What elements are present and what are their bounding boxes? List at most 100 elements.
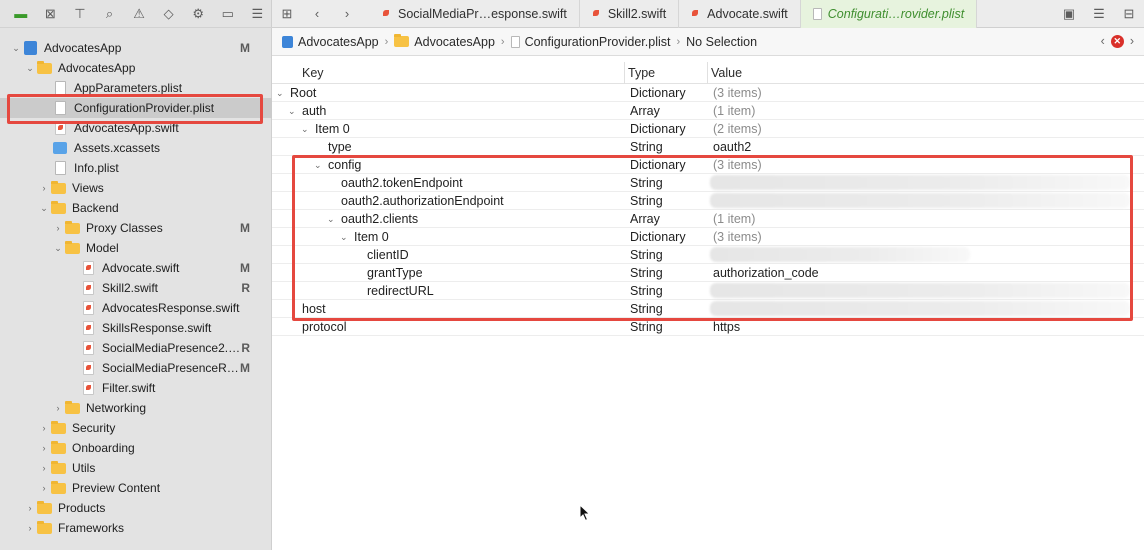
tree-item-group[interactable]: › Utils bbox=[0, 458, 272, 478]
plist-row[interactable]: ⌄ auth Array (1 item) bbox=[272, 102, 1144, 120]
column-header-value[interactable]: Value bbox=[711, 66, 742, 80]
debug-icon[interactable]: ⚙ bbox=[183, 0, 213, 28]
tree-item-label: Security bbox=[72, 421, 116, 435]
chevron-down-icon[interactable]: ⌄ bbox=[276, 88, 286, 99]
split-editor-icon[interactable]: ⊟ bbox=[1114, 0, 1144, 28]
tree-item-project[interactable]: ⌄ AdvocatesApp M bbox=[0, 38, 272, 58]
tree-item-label: Filter.swift bbox=[102, 381, 156, 395]
swift-file-icon bbox=[382, 8, 392, 20]
tab-advocate[interactable]: Advocate.swift bbox=[679, 0, 801, 28]
plist-row[interactable]: type String oauth2 bbox=[272, 138, 1144, 156]
search-icon[interactable]: ⌕ bbox=[95, 0, 125, 28]
tab-socialmedia-response[interactable]: SocialMediaPr…esponse.swift bbox=[370, 0, 580, 28]
tree-item-file[interactable]: Info.plist bbox=[0, 158, 272, 178]
breakpoint-icon[interactable]: ▭ bbox=[213, 0, 243, 28]
tree-item-file[interactable]: Filter.swift bbox=[0, 378, 272, 398]
column-header-key[interactable]: Key bbox=[302, 66, 324, 80]
chevron-right-icon[interactable]: › bbox=[332, 0, 362, 28]
swift-file-icon bbox=[80, 281, 96, 295]
test-icon[interactable]: ◇ bbox=[154, 0, 184, 28]
tree-item-label: Proxy Classes bbox=[86, 221, 163, 235]
tab-skill2[interactable]: Skill2.swift bbox=[580, 0, 680, 28]
tree-item-label: Preview Content bbox=[72, 481, 161, 495]
chevron-right-icon[interactable]: › bbox=[38, 463, 50, 473]
folder-icon bbox=[36, 60, 52, 75]
folder-icon[interactable]: ▬ bbox=[6, 0, 36, 28]
tree-item-group[interactable]: › Onboarding bbox=[0, 438, 272, 458]
symbol-icon[interactable]: ⊤ bbox=[65, 0, 95, 28]
chevron-right-icon[interactable]: › bbox=[38, 483, 50, 493]
tab-label: Configurati…rovider.plist bbox=[827, 6, 965, 21]
breadcrumb-selection[interactable]: No Selection bbox=[686, 35, 757, 49]
tree-item-group[interactable]: › Proxy Classes M bbox=[0, 218, 272, 238]
chevron-right-icon[interactable]: › bbox=[52, 403, 64, 413]
tree-item-file[interactable]: AdvocatesResponse.swift bbox=[0, 298, 272, 318]
plist-value[interactable]: https bbox=[713, 320, 740, 334]
tab-configuration-provider[interactable]: Configurati…rovider.plist bbox=[800, 0, 978, 28]
plist-type[interactable]: String bbox=[630, 320, 663, 334]
tree-item-group[interactable]: › Security bbox=[0, 418, 272, 438]
plist-row[interactable]: ⌄ Item 0 Dictionary (2 items) bbox=[272, 120, 1144, 138]
tree-item-group[interactable]: › Networking bbox=[0, 398, 272, 418]
project-icon bbox=[22, 41, 38, 55]
project-navigator: ▬ ⊠ ⊤ ⌕ ⚠ ◇ ⚙ ▭ ☰ ⌄ AdvocatesApp M ⌄ Adv… bbox=[0, 0, 272, 550]
swift-file-icon bbox=[80, 361, 96, 375]
tree-item-group[interactable]: › Views bbox=[0, 178, 272, 198]
column-header-type[interactable]: Type bbox=[628, 66, 655, 80]
plist-key: auth bbox=[302, 104, 327, 118]
chevron-right-icon: › bbox=[384, 35, 389, 48]
tree-item-group[interactable]: ⌄ Model bbox=[0, 238, 272, 258]
tree-item-file[interactable]: Advocate.swift M bbox=[0, 258, 272, 278]
plist-type[interactable]: Array bbox=[630, 104, 660, 118]
folder-icon bbox=[394, 34, 410, 47]
tree-item-file[interactable]: SocialMediaPresenceR… M bbox=[0, 358, 272, 378]
assets-icon bbox=[52, 141, 68, 155]
lines-icon[interactable]: ☰ bbox=[1084, 0, 1114, 28]
breadcrumb-file[interactable]: ConfigurationProvider.plist bbox=[510, 35, 670, 49]
plist-type[interactable]: Dictionary bbox=[630, 122, 686, 136]
chevron-down-icon[interactable]: ⌄ bbox=[38, 203, 50, 214]
report-icon[interactable]: ☰ bbox=[243, 0, 273, 28]
tree-item-label: Views bbox=[72, 181, 104, 195]
source-control-icon[interactable]: ⊠ bbox=[36, 0, 66, 28]
chevron-right-icon[interactable]: › bbox=[38, 443, 50, 453]
tree-item-group[interactable]: ⌄ AdvocatesApp bbox=[0, 58, 272, 78]
chevron-down-icon[interactable]: ⌄ bbox=[24, 63, 36, 74]
chevron-right-icon[interactable]: › bbox=[24, 503, 36, 513]
chevron-right-icon[interactable]: › bbox=[52, 223, 64, 233]
column-divider[interactable] bbox=[624, 62, 625, 84]
plist-type[interactable]: Dictionary bbox=[630, 86, 686, 100]
tree-item-group[interactable]: ⌄ Backend bbox=[0, 198, 272, 218]
chevron-down-icon[interactable]: ⌄ bbox=[288, 106, 298, 117]
chevron-down-icon[interactable]: ⌄ bbox=[301, 124, 311, 135]
chevron-right-icon[interactable]: › bbox=[24, 523, 36, 533]
chevron-down-icon[interactable]: ⌄ bbox=[10, 43, 22, 54]
column-divider[interactable] bbox=[707, 62, 708, 84]
grid-icon[interactable]: ⊞ bbox=[272, 0, 302, 28]
tree-item-file[interactable]: SocialMediaPresence2.… R bbox=[0, 338, 272, 358]
plist-key: Root bbox=[290, 86, 317, 100]
tree-item-file[interactable]: SkillsResponse.swift bbox=[0, 318, 272, 338]
tree-item-group[interactable]: › Preview Content bbox=[0, 478, 272, 498]
tree-item-group[interactable]: › Frameworks bbox=[0, 518, 272, 538]
error-icon[interactable]: ✕ bbox=[1110, 34, 1124, 48]
tree-item-file[interactable]: Skill2.swift R bbox=[0, 278, 272, 298]
swift-file-icon bbox=[80, 301, 96, 315]
plist-type[interactable]: String bbox=[630, 140, 663, 154]
plist-value[interactable]: oauth2 bbox=[713, 140, 751, 154]
chevron-right-icon[interactable]: › bbox=[1130, 34, 1134, 48]
tab-label: SocialMediaPr…esponse.swift bbox=[398, 6, 567, 21]
chevron-right-icon[interactable]: › bbox=[38, 423, 50, 433]
tree-item-label: Utils bbox=[72, 461, 96, 475]
breadcrumb-group[interactable]: AdvocatesApp bbox=[394, 34, 495, 49]
chevron-left-icon[interactable]: ‹ bbox=[302, 0, 332, 28]
breadcrumb-project[interactable]: AdvocatesApp bbox=[282, 35, 379, 49]
chevron-left-icon[interactable]: ‹ bbox=[1101, 34, 1105, 48]
warning-icon[interactable]: ⚠ bbox=[124, 0, 154, 28]
chevron-down-icon[interactable]: ⌄ bbox=[52, 243, 64, 254]
tree-item-file[interactable]: Assets.xcassets bbox=[0, 138, 272, 158]
tree-item-group[interactable]: › Products bbox=[0, 498, 272, 518]
plist-row[interactable]: ⌄ Root Dictionary (3 items) bbox=[272, 84, 1144, 102]
chevron-right-icon[interactable]: › bbox=[38, 183, 50, 193]
preview-icon[interactable]: ▣ bbox=[1054, 0, 1084, 28]
